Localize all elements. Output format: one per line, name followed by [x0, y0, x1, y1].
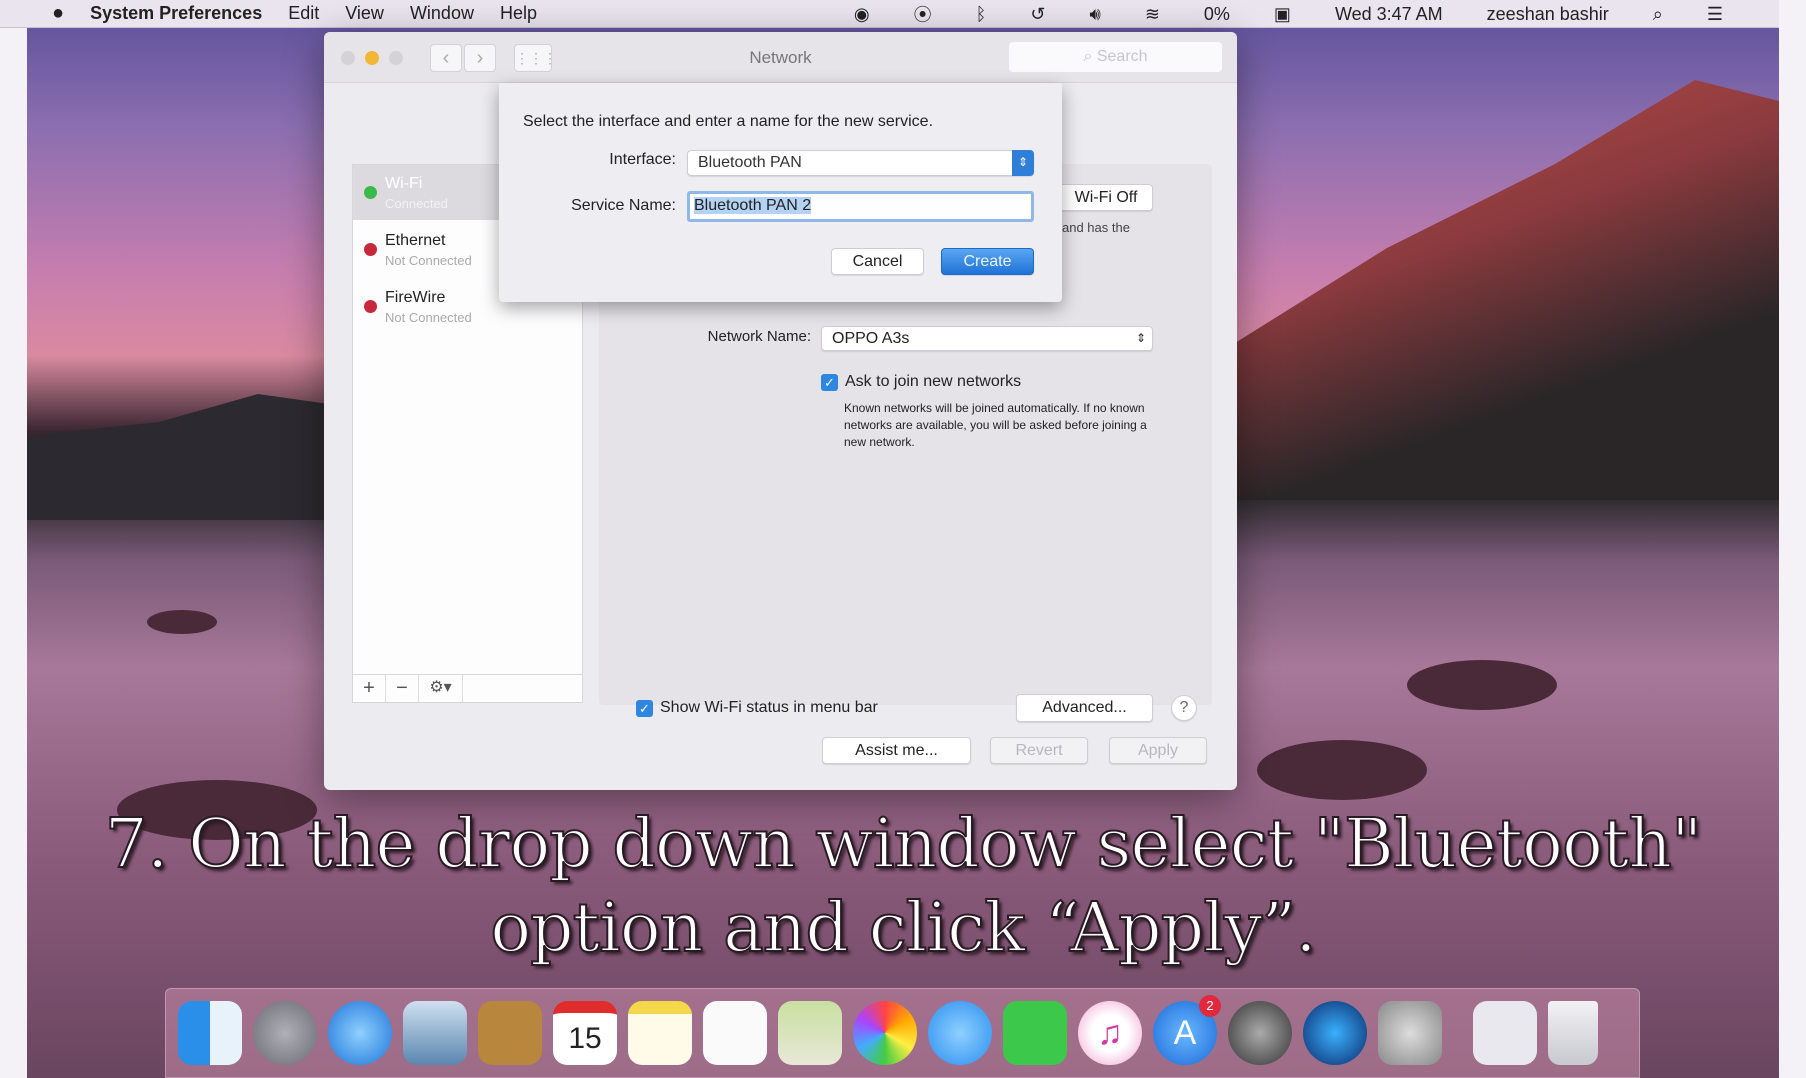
service-name-value: Bluetooth PAN 2 — [694, 197, 812, 214]
user-name[interactable]: zeeshan bashir — [1487, 4, 1609, 25]
launchpad-icon[interactable] — [253, 1001, 317, 1065]
mountain — [1219, 80, 1779, 500]
show-wifi-status-checkbox[interactable]: ✓ — [636, 700, 653, 717]
status-dot — [364, 300, 377, 313]
clock[interactable]: Wed 3:47 AM — [1335, 4, 1443, 25]
add-service-button[interactable]: + — [353, 675, 386, 702]
cancel-button[interactable]: Cancel — [831, 248, 924, 275]
mountain — [27, 394, 357, 520]
battery-status[interactable]: 0% — [1204, 4, 1230, 25]
creative-cloud-icon[interactable]: ◉ — [854, 4, 870, 25]
tutorial-caption-line-1: 7. On the drop down window select "Bluet… — [104, 804, 1704, 885]
search-placeholder: Search — [1096, 48, 1148, 65]
rock — [1407, 660, 1557, 710]
volume-icon[interactable]: 🔊︎ — [1089, 4, 1100, 25]
automator-icon[interactable] — [1378, 1001, 1442, 1065]
reminders-icon[interactable] — [703, 1001, 767, 1065]
wifi-off-button[interactable]: Wi-Fi Off — [1059, 184, 1153, 211]
preview-icon[interactable] — [778, 1001, 842, 1065]
apple-menu-icon[interactable]: ● — [52, 2, 64, 25]
record-icon[interactable]: ⦿ — [914, 1, 932, 27]
menu-app-name[interactable]: System Preferences — [90, 3, 262, 24]
service-status: Not Connected — [385, 253, 472, 268]
status-text: and has the — [1062, 220, 1130, 235]
service-status: Connected — [385, 196, 448, 211]
mail-icon[interactable] — [403, 1001, 467, 1065]
network-name-popup[interactable]: OPPO A3s ⇕ — [821, 326, 1153, 351]
app-store-icon[interactable]: A2 — [1153, 995, 1221, 1065]
ask-join-label: Ask to join new networks — [845, 373, 1022, 390]
dock: 15 ♫ A2 — [165, 988, 1640, 1078]
revert-button[interactable]: Revert — [990, 737, 1088, 764]
service-name: Wi-Fi — [385, 175, 423, 192]
ask-join-checkbox[interactable]: ✓ — [821, 374, 838, 391]
notification-center-icon[interactable]: ☰ — [1707, 4, 1723, 25]
interface-label: Interface: — [609, 151, 676, 168]
calendar-day: 15 — [568, 1022, 602, 1055]
spotlight-icon[interactable]: ⌕ — [1653, 4, 1663, 25]
service-name-label: Service Name: — [571, 197, 676, 214]
status-dot — [364, 186, 377, 199]
service-name: FireWire — [385, 289, 446, 306]
show-wifi-status-label: Show Wi-Fi status in menu bar — [660, 699, 878, 716]
network-name-label: Network Name: — [707, 328, 811, 345]
service-status: Not Connected — [385, 310, 472, 325]
quicktime-icon[interactable] — [1303, 1001, 1367, 1065]
system-preferences-icon[interactable] — [1228, 1001, 1292, 1065]
interface-value: Bluetooth PAN — [698, 154, 802, 171]
new-service-sheet: Select the interface and enter a name fo… — [499, 83, 1062, 302]
service-name-input[interactable]: Bluetooth PAN 2 — [687, 191, 1034, 222]
network-name-value: OPPO A3s — [832, 330, 910, 347]
menu-window[interactable]: Window — [410, 3, 474, 24]
calendar-icon[interactable]: 15 — [553, 1001, 617, 1065]
help-button[interactable]: ? — [1171, 695, 1197, 721]
create-button[interactable]: Create — [941, 248, 1034, 275]
search-input[interactable]: ⌕ Search — [1009, 42, 1222, 72]
gear-icon[interactable]: ⚙▾ — [419, 675, 463, 702]
title-bar: ‹ › ⋮⋮⋮ Network ⌕ Search — [324, 32, 1237, 83]
chevron-updown-icon: ⇕ — [1012, 150, 1034, 176]
apply-button[interactable]: Apply — [1109, 737, 1207, 764]
status-dot — [364, 243, 377, 256]
contacts-icon[interactable] — [478, 1001, 542, 1065]
wifi-icon[interactable]: ≋ — [1145, 4, 1160, 25]
tutorial-caption-line-2: option and click “Apply”. — [489, 888, 1318, 969]
photos-icon[interactable] — [853, 1001, 917, 1065]
messages-icon[interactable] — [928, 1001, 992, 1065]
advanced-button[interactable]: Advanced... — [1016, 694, 1153, 722]
remove-service-button[interactable]: − — [386, 675, 419, 702]
service-list-toolbar: + − ⚙▾ — [353, 674, 582, 702]
facetime-icon[interactable] — [1003, 1001, 1067, 1065]
trash-icon[interactable] — [1548, 1001, 1598, 1065]
ask-join-help: Known networks will be joined automatica… — [844, 401, 1147, 449]
rock — [1257, 740, 1427, 800]
menu-view[interactable]: View — [345, 3, 384, 24]
service-name: Ethernet — [385, 232, 446, 249]
interface-popup[interactable]: Bluetooth PAN ⇕ — [687, 150, 1034, 176]
bluetooth-icon[interactable]: ᛒ — [976, 4, 987, 25]
network-window: ‹ › ⋮⋮⋮ Network ⌕ Search Wi-Fi Connected… — [324, 32, 1237, 790]
time-machine-icon[interactable]: ↺ — [1030, 4, 1045, 25]
display-icon[interactable]: ▣ — [1274, 4, 1291, 25]
keyboard-viewer-icon[interactable] — [1473, 1001, 1537, 1065]
safari-icon[interactable] — [328, 1001, 392, 1065]
menu-bar: ● System Preferences Edit View Window He… — [0, 0, 1779, 28]
itunes-icon[interactable]: ♫ — [1078, 1001, 1142, 1065]
chevron-updown-icon: ⇕ — [1135, 331, 1146, 345]
menu-help[interactable]: Help — [500, 3, 537, 24]
notes-icon[interactable] — [628, 1001, 692, 1065]
sheet-prompt: Select the interface and enter a name fo… — [523, 113, 934, 130]
menu-edit[interactable]: Edit — [288, 3, 319, 24]
assist-me-button[interactable]: Assist me... — [822, 737, 971, 764]
finder-icon[interactable] — [178, 1001, 242, 1065]
notification-badge: 2 — [1199, 995, 1221, 1017]
rock — [147, 610, 217, 634]
